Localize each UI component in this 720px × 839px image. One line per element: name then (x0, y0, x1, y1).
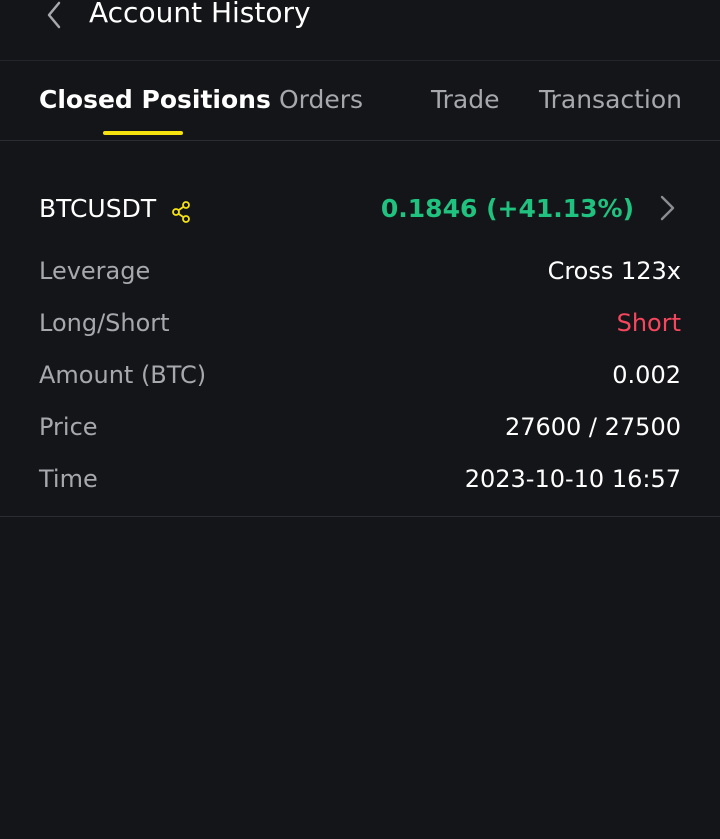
detail-value: 27600 / 27500 (504, 413, 681, 441)
chevron-right-icon[interactable] (656, 193, 680, 223)
detail-label: Leverage (39, 257, 151, 285)
detail-label: Price (39, 413, 98, 441)
detail-label: Long/Short (39, 309, 170, 337)
detail-value: Cross 123x (547, 257, 681, 285)
account-history-screen: Account History Closed Positions Orders … (0, 0, 720, 839)
realized-pnl: 0.1846 (+41.13%) (380, 194, 634, 223)
chevron-left-icon (47, 1, 61, 29)
detail-row-leverage: Leverage Cross 123x (0, 254, 720, 288)
tab-bar: Closed Positions Orders Trade Transactio… (0, 61, 720, 141)
tab-trade[interactable]: Trade (431, 83, 499, 117)
back-button[interactable] (38, 0, 70, 30)
page-title: Account History (89, 0, 311, 29)
detail-row-time: Time 2023-10-10 16:57 (0, 462, 720, 496)
active-tab-indicator (103, 131, 183, 135)
detail-label: Amount (BTC) (39, 361, 207, 389)
closed-position-card[interactable]: BTCUSDT 0.1846 (+41.13%) Leverage Cross … (0, 141, 720, 517)
detail-row-price: Price 27600 / 27500 (0, 410, 720, 444)
detail-value: 0.002 (612, 361, 681, 389)
detail-value-short: Short (616, 309, 681, 337)
position-symbol: BTCUSDT (39, 194, 157, 223)
tab-closed-positions[interactable]: Closed Positions (39, 83, 271, 117)
share-icon[interactable] (170, 200, 192, 224)
top-bar: Account History (0, 0, 720, 61)
tab-transaction[interactable]: Transaction (539, 83, 682, 117)
detail-value: 2023-10-10 16:57 (464, 465, 681, 493)
tab-orders[interactable]: Orders (279, 83, 363, 117)
detail-label: Time (39, 465, 98, 493)
detail-row-amount: Amount (BTC) 0.002 (0, 358, 720, 392)
detail-row-side: Long/Short Short (0, 306, 720, 340)
